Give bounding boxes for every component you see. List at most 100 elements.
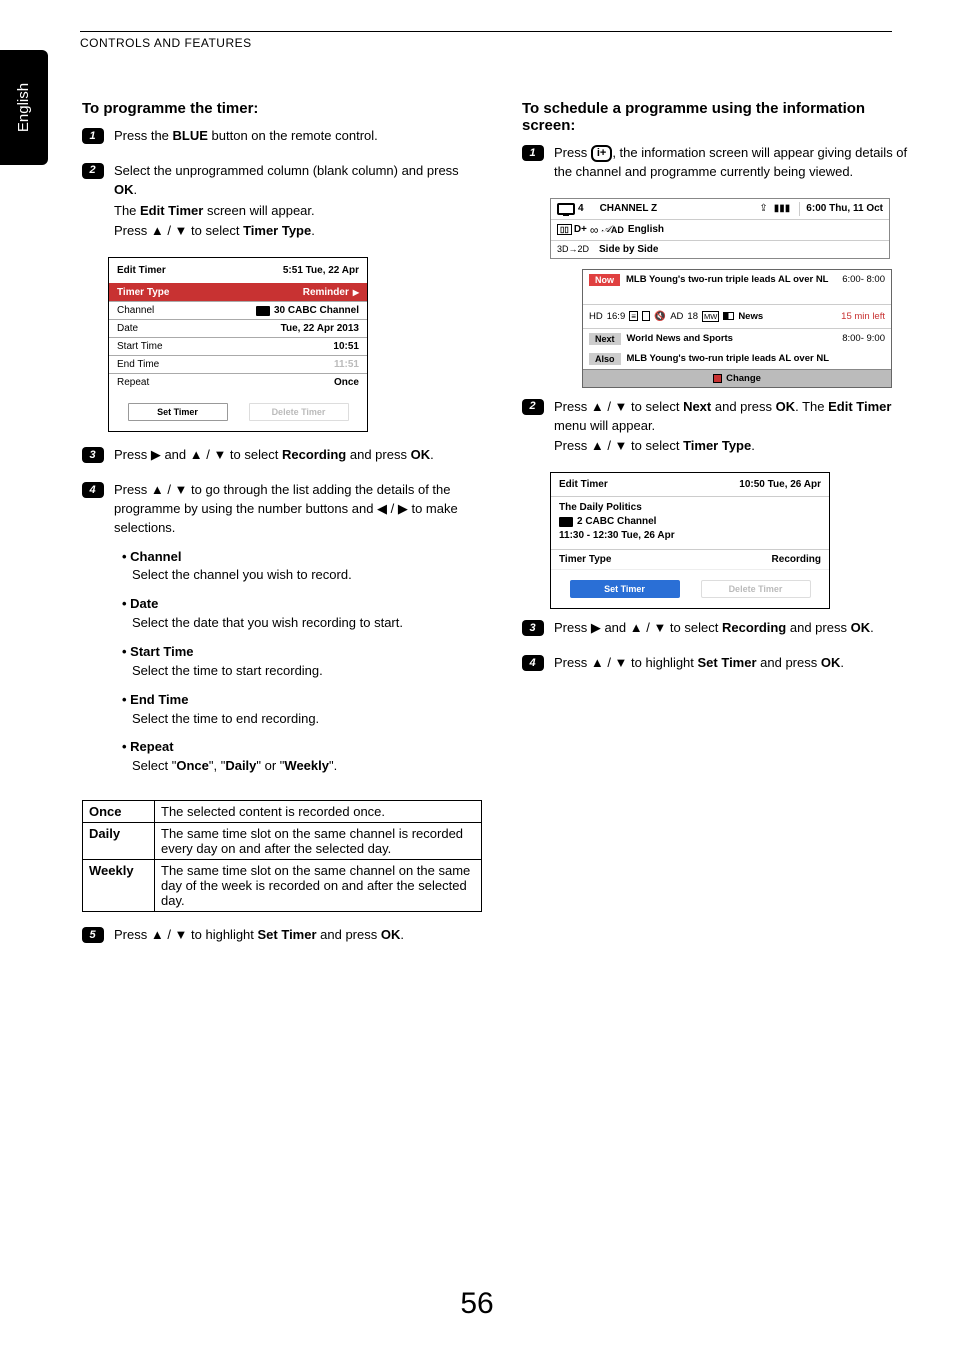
text: Press ▶ and ▲ / ▼ to select [554,620,722,635]
table-row[interactable]: Timer Type Reminder▶ [109,284,367,302]
channel-icon [559,517,573,527]
text: . [134,182,138,197]
step-number-icon: 4 [522,655,544,671]
text: AD [611,225,624,235]
set-timer-button[interactable]: Set Timer [570,580,680,598]
language-tab: English [0,50,48,165]
text: Timer Type [683,438,751,453]
cell-key: Start Time [109,338,203,356]
text: . [751,438,755,453]
cell-val: Once [203,374,367,392]
programme-info-panel: Now MLB Young's two-run triple leads AL … [582,269,892,388]
text: . [840,655,844,670]
table-row: Date Tue, 22 Apr 2013 [109,320,367,338]
edit-timer-panel-right: Edit Timer 10:50 Tue, 26 Apr The Daily P… [550,472,830,609]
language-label: English [628,224,664,235]
right-step-2: 2 Press ▲ / ▼ to select Next and press O… [522,398,912,459]
step-number-icon: 3 [522,620,544,636]
text: Press ▲ / ▼ to go through the list addin… [114,481,482,538]
now-time: 6:00- 8:00 [842,274,885,285]
bullet-desc: Select the date that you wish recording … [132,614,482,633]
text: Set Timer [698,655,757,670]
age-rating: 18 [687,311,698,322]
text: . [430,447,434,462]
step-number-icon: 4 [82,482,104,498]
cell-key: End Time [109,356,203,374]
cell-key: Channel [109,302,203,320]
change-bar[interactable]: Change [583,369,891,387]
info-button-icon: i+ [591,145,612,162]
now-programme-title: MLB Young's two-run triple leads AL over… [626,274,828,285]
left-step-2: 2 Select the unprogrammed column (blank … [82,162,482,243]
cell-val: The same time slot on the same channel o… [155,860,482,912]
next-tag[interactable]: Next [589,333,621,345]
set-timer-button[interactable]: Set Timer [128,403,228,421]
channel-icon [256,306,270,316]
repeat-options-table: OnceThe selected content is recorded onc… [82,800,482,912]
delete-timer-button[interactable]: Delete Timer [701,580,811,598]
step-number-icon: 3 [82,447,104,463]
bullet-title: End Time [122,692,188,707]
time-range: 11:30 - 12:30 Tue, 26 Apr [559,530,821,541]
left-section-title: To programme the timer: [82,100,482,117]
page-header: CONTROLS AND FEATURES [80,36,252,50]
bullet-desc: Select the time to start recording. [132,662,482,681]
text: screen will appear. [203,203,314,218]
right-section-title: To schedule a programme using the inform… [522,100,912,134]
red-square-icon [713,374,722,383]
text: D+ [574,224,587,235]
also-programme-title: MLB Young's two-run triple leads AL over… [627,353,829,364]
bullet-title: Channel [122,549,181,564]
page-number: 56 [0,1287,954,1321]
text: menu will appear. [554,418,655,433]
text: Edit Timer [140,203,203,218]
table-row: Start Time 10:51 [109,338,367,356]
text: Select the unprogrammed column (blank co… [114,163,459,178]
step-number-icon: 1 [522,145,544,161]
bullet-title: Date [122,596,158,611]
tv-icon [557,203,575,215]
step-number-icon: 5 [82,927,104,943]
text: Recording [722,620,786,635]
text: button on the remote control. [208,128,378,143]
channel-info-bar: 4 CHANNEL Z ⇪ ▮▮▮ 6:00 Thu, 11 Oct ▯▯ D+… [550,198,890,259]
chevron-right-icon: ▶ [353,288,359,297]
delete-timer-button[interactable]: Delete Timer [249,403,349,421]
table-row: DailyThe same time slot on the same chan… [83,823,482,860]
left-step-3: 3 Press ▶ and ▲ / ▼ to select Recording … [82,446,482,467]
antenna-icon: ⇪ [759,203,767,214]
cell-val: Reminder [303,287,349,298]
text: and press [757,655,821,670]
left-step-1: 1 Press the BLUE button on the remote co… [82,127,482,148]
text: Set Timer [258,927,317,942]
also-tag[interactable]: Also [589,353,621,365]
text: and press [711,399,775,414]
signal-icon: ▮▮▮ [774,203,791,214]
next-time: 8:00- 9:00 [842,333,885,344]
panel-title: Edit Timer [559,479,608,490]
cell-key: Repeat [109,374,203,392]
cell-val: The same time slot on the same channel i… [155,823,482,860]
timer-type-row[interactable]: Timer Type Recording [551,549,829,569]
text: Press the [114,128,173,143]
text: Press ▲ / ▼ to highlight [114,927,258,942]
edit-timer-table: Timer Type Reminder▶ Channel 30 CABC Cha… [109,283,367,391]
table-row: WeeklyThe same time slot on the same cha… [83,860,482,912]
cell-val: Tue, 22 Apr 2013 [203,320,367,338]
panel-time: 5:51 Tue, 22 Apr [283,265,359,276]
header-rule [80,31,892,32]
blue-button-label: BLUE [173,128,208,143]
cell-key: Date [109,320,203,338]
text: Press ▶ and ▲ / ▼ to select [114,447,282,462]
hd-icon: HD [589,311,603,322]
left-step-5: 5 Press ▲ / ▼ to highlight Set Timer and… [82,926,482,947]
channel-name: CHANNEL Z [600,203,658,214]
right-step-3: 3 Press ▶ and ▲ / ▼ to select Recording … [522,619,912,640]
flag-icon [723,312,734,320]
channel-number: 4 [578,203,584,214]
right-step-4: 4 Press ▲ / ▼ to highlight Set Timer and… [522,654,912,675]
now-tag: Now [589,274,620,286]
text: OK [381,927,401,942]
cell-val: The selected content is recorded once. [155,801,482,823]
text: Press ▲ / ▼ to highlight [554,655,698,670]
